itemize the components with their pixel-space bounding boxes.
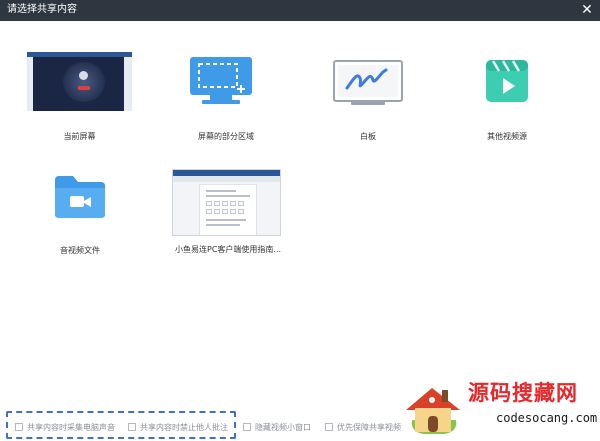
checkbox[interactable] [128,423,136,431]
share-guide-window-label: 小鱼易连PC客户端使用指南... [175,245,282,254]
share-partial-region-label: 屏幕的部分区域 [198,132,254,141]
watermark-text: 源码搜藏网 [468,381,578,405]
option-block-annotation[interactable]: 共享内容时禁止他人批注 [128,422,228,434]
share-media-file-label: 音视频文件 [60,246,100,255]
document-window-thumbnail [172,169,281,236]
option-hide-video-window-label: 隐藏视频小窗口 [255,423,311,432]
share-guide-window[interactable]: 小鱼易连PC客户端使用指南... [172,169,284,255]
option-prioritize-shared-video-label: 优先保障共享视频 [337,423,401,432]
checkbox[interactable] [325,423,333,431]
share-current-screen-label: 当前屏幕 [63,132,96,141]
share-current-screen[interactable]: 当前屏幕 [27,52,132,144]
share-other-video-source-label: 其他视频源 [487,132,527,141]
share-other-video-source[interactable]: 其他视频源 [462,57,552,144]
close-icon[interactable]: ✕ [578,1,596,19]
option-capture-pc-audio[interactable]: 共享内容时采集电脑声音 [15,422,115,434]
share-media-file[interactable]: 音视频文件 [40,174,120,260]
checkbox[interactable] [243,423,251,431]
title-bar: 请选择共享内容 ✕ [0,0,600,21]
whiteboard-icon [333,60,403,105]
share-options-bar: 共享内容时采集电脑声音 共享内容时禁止他人批注 隐藏视频小窗口 优先保障共享视频 [0,406,600,441]
video-folder-icon [55,176,105,218]
partial-screen-region-icon [190,57,252,104]
share-whiteboard-label: 白板 [360,132,376,141]
checkbox[interactable] [15,423,23,431]
option-block-annotation-label: 共享内容时禁止他人批注 [140,423,228,432]
option-hide-video-window[interactable]: 隐藏视频小窗口 [243,422,311,434]
window-title: 请选择共享内容 [7,4,77,15]
option-prioritize-shared-video[interactable]: 优先保障共享视频 [325,422,401,434]
share-partial-region[interactable]: 屏幕的部分区域 [168,57,284,144]
option-capture-pc-audio-label: 共享内容时采集电脑声音 [27,423,115,432]
current-screen-thumbnail [27,52,132,111]
share-whiteboard[interactable]: 白板 [318,57,418,144]
video-clapper-icon [486,60,528,102]
